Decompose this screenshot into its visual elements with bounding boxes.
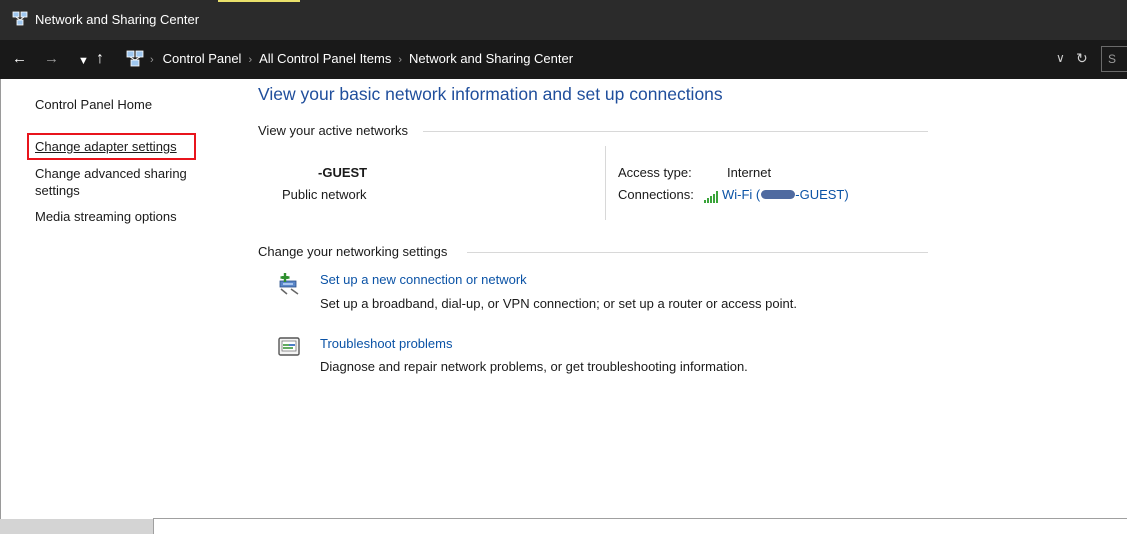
window-title: Network and Sharing Center [35, 12, 200, 27]
wifi-connection-prefix: Wi-Fi ( [722, 187, 761, 202]
title-bar: Network and Sharing Center [0, 0, 1127, 40]
breadcrumb-separator-icon[interactable]: › [398, 54, 402, 66]
network-name: -GUEST [318, 165, 368, 180]
address-bar: ← → ▼ ↑ › Control Panel › All Control Panel… [0, 40, 1127, 79]
access-type-value: Internet [727, 165, 772, 180]
troubleshoot-problems-description: Diagnose and repair network problems, or… [320, 359, 748, 374]
sidebar-item-change-adapter-settings[interactable]: Change adapter settings [35, 138, 177, 155]
address-dropdown-icon[interactable]: ∨ [1056, 51, 1065, 65]
breadcrumb-all-items[interactable]: All Control Panel Items [259, 51, 391, 66]
new-connection-icon[interactable] [278, 273, 302, 300]
status-bar [153, 518, 1127, 534]
window-left-border [0, 79, 1, 520]
breadcrumb-network-sharing-center[interactable]: Network and Sharing Center [409, 51, 573, 66]
back-arrow-icon[interactable]: ← [12, 49, 27, 69]
breadcrumb-separator-icon[interactable]: › [248, 54, 252, 66]
wifi-connection-link[interactable]: Wi-Fi ( -GUEST) [722, 187, 849, 202]
troubleshoot-problems-link[interactable]: Troubleshoot problems [320, 336, 452, 351]
networking-settings-label: Change your networking settings [258, 244, 448, 259]
network-type[interactable]: Public network [282, 187, 367, 202]
sidebar-item-media-streaming[interactable]: Media streaming options [35, 208, 177, 225]
troubleshoot-icon[interactable] [278, 337, 300, 362]
vertical-divider [605, 146, 606, 220]
active-networks-label: View your active networks [258, 123, 409, 138]
title-accent [218, 0, 300, 2]
sidebar-item-change-advanced-sharing[interactable]: Change advanced sharing settings [35, 165, 210, 199]
up-arrow-icon[interactable]: ↑ [96, 49, 104, 69]
horizontal-scrollbar-thumb[interactable] [0, 519, 153, 534]
redacted-ssid [761, 190, 796, 199]
sidebar-item-control-panel-home[interactable]: Control Panel Home [35, 96, 152, 113]
breadcrumb: › Control Panel › All Control Panel Items › N… [150, 51, 573, 66]
setup-new-connection-description: Set up a broadband, dial-up, or VPN conn… [320, 296, 797, 311]
wifi-signal-icon [704, 190, 720, 208]
search-input[interactable]: S [1101, 46, 1127, 72]
forward-arrow-icon[interactable]: → [44, 49, 59, 69]
setup-new-connection-link[interactable]: Set up a new connection or network [320, 272, 527, 287]
recent-locations-chevron-icon[interactable]: ▼ [78, 51, 89, 71]
location-network-icon [126, 50, 144, 70]
access-type-label: Access type: [618, 165, 692, 180]
section-divider [467, 252, 928, 253]
wifi-connection-suffix: -GUEST) [795, 187, 849, 202]
breadcrumb-separator-icon[interactable]: › [150, 54, 154, 66]
page-title: View your basic network information and … [258, 84, 723, 104]
network-center-icon [12, 11, 28, 30]
connections-label: Connections: [618, 187, 694, 202]
breadcrumb-control-panel[interactable]: Control Panel [163, 51, 242, 66]
refresh-icon[interactable]: ↻ [1076, 50, 1088, 67]
section-divider [423, 131, 928, 132]
